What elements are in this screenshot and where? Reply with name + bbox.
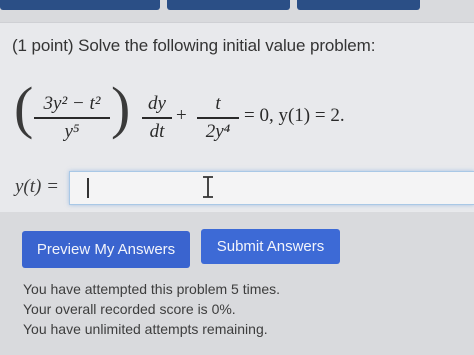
top-tab[interactable]	[167, 0, 290, 10]
plus-sign: +	[176, 105, 187, 126]
attempt-status: You have attempted this problem 5 times.…	[23, 280, 280, 340]
fraction-bar	[34, 117, 110, 119]
problem-statement: (1 point) Solve the following initial va…	[12, 36, 376, 55]
text-caret	[87, 178, 89, 198]
fraction-numerator: t	[215, 93, 221, 114]
fraction-denominator: y⁵	[64, 120, 80, 142]
initial-condition: = 0, y(1) = 2.	[244, 105, 345, 126]
ibeam-cursor-icon	[203, 176, 213, 198]
fraction-bar	[142, 117, 172, 119]
top-tab[interactable]	[297, 0, 420, 10]
answer-input[interactable]	[69, 171, 474, 205]
derivative-numerator: dy	[148, 93, 166, 114]
submit-answers-button[interactable]: Submit Answers	[201, 229, 340, 264]
fraction-numerator: 3y² − t²	[43, 93, 101, 114]
fraction-second-term: t 2y⁴	[197, 93, 239, 143]
answer-row: y(t) =	[12, 171, 474, 207]
top-tabs	[0, 0, 474, 12]
preview-answers-button[interactable]: Preview My Answers	[22, 231, 190, 268]
fraction-denominator: 2y⁴	[205, 120, 231, 142]
top-tab[interactable]	[0, 0, 160, 10]
score-text: Your overall recorded score is 0%.	[23, 301, 236, 317]
fraction-coefficient: 3y² − t² y⁵	[34, 93, 110, 143]
attempts-remaining-text: You have unlimited attempts remaining.	[23, 321, 268, 337]
left-parenthesis: (	[14, 75, 34, 140]
right-parenthesis: )	[111, 75, 131, 140]
answer-label: y(t) =	[15, 176, 59, 197]
attempts-count-text: You have attempted this problem 5 times.	[23, 281, 281, 297]
derivative-denominator: dt	[149, 120, 165, 142]
problem-panel: (1 point) Solve the following initial va…	[0, 22, 474, 212]
fraction-bar	[197, 117, 239, 119]
equation: ( 3y² − t² y⁵ ) dy dt + t 2y⁴ = 0, y(1) …	[12, 75, 462, 165]
derivative: dy dt	[142, 93, 172, 143]
